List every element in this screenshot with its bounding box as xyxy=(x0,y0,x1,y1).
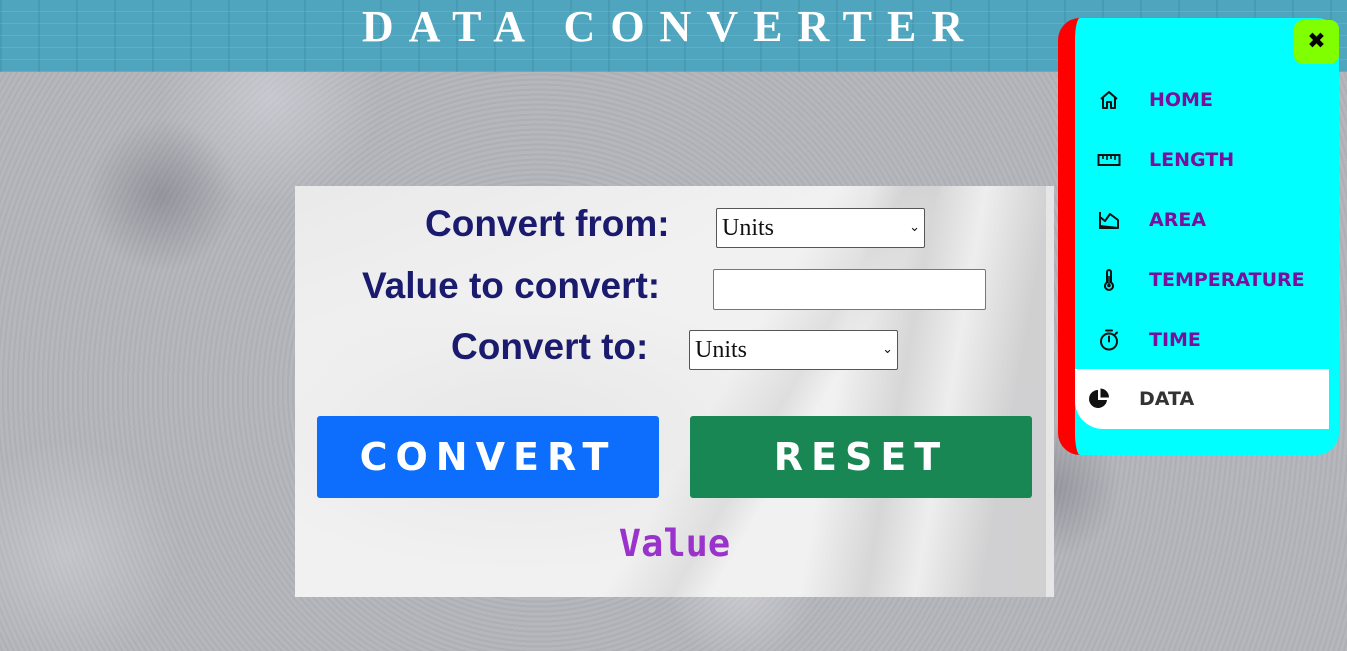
reset-button[interactable]: RESET xyxy=(690,416,1032,498)
nav-item-time[interactable]: TIME xyxy=(1075,310,1329,370)
nav-label-length: LENGTH xyxy=(1149,149,1235,171)
nav-item-area[interactable]: AREA xyxy=(1075,190,1329,250)
value-input[interactable] xyxy=(713,269,986,310)
convert-button[interactable]: CONVERT xyxy=(317,416,659,498)
convert-to-select[interactable]: Units ⌄ xyxy=(689,330,898,370)
close-nav-button[interactable]: ✖ xyxy=(1294,20,1339,64)
converter-card: Convert from: Units ⌄ Value to convert: … xyxy=(295,186,1054,597)
convert-to-selected: Units xyxy=(695,337,748,363)
close-icon: ✖ xyxy=(1307,29,1326,54)
nav-label-time: TIME xyxy=(1149,329,1201,351)
nav-item-data[interactable]: DATA xyxy=(1075,369,1329,429)
result-value: Value xyxy=(618,522,731,565)
stopwatch-icon xyxy=(1100,329,1118,351)
value-to-convert-label: Value to convert: xyxy=(362,265,661,306)
home-icon xyxy=(1100,91,1118,109)
convert-from-selected: Units xyxy=(722,215,775,241)
thermometer-icon xyxy=(1104,269,1114,291)
chevron-down-icon: ⌄ xyxy=(909,220,920,235)
area-icon xyxy=(1099,212,1119,229)
convert-to-label: Convert to: xyxy=(451,326,649,367)
nav-label-area: AREA xyxy=(1149,209,1207,231)
convert-from-label: Convert from: xyxy=(425,203,670,244)
nav-label-temperature: TEMPERATURE xyxy=(1149,269,1305,291)
nav-label-home: HOME xyxy=(1149,89,1213,111)
nav-item-length[interactable]: LENGTH xyxy=(1075,130,1329,190)
nav-item-home[interactable]: HOME xyxy=(1075,70,1329,130)
chevron-down-icon: ⌄ xyxy=(882,342,893,357)
pie-chart-icon xyxy=(1089,388,1109,408)
convert-from-select[interactable]: Units ⌄ xyxy=(716,208,925,248)
ruler-icon xyxy=(1097,154,1121,166)
nav-label-data: DATA xyxy=(1139,388,1195,410)
nav-item-temperature[interactable]: TEMPERATURE xyxy=(1075,250,1329,310)
